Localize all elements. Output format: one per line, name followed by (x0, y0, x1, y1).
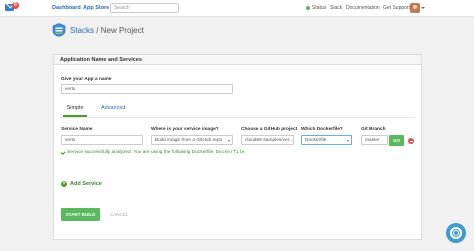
success-period: . (244, 150, 246, 155)
image-source-label: Where is your service image? (151, 127, 219, 132)
success-dockerfile-name: Dockerfile (215, 150, 245, 155)
status-dot-icon (306, 6, 310, 10)
app-name-label: Give your App a name (61, 77, 112, 82)
plus-icon[interactable]: + (61, 181, 67, 187)
start-build-button[interactable]: START BUILD (61, 208, 100, 221)
cancel-button[interactable]: CANCEL (110, 212, 128, 217)
mail-count-badge: 6 (12, 2, 19, 9)
tab-simple[interactable]: Simple (63, 104, 87, 117)
service-name-label: Service Name (61, 127, 93, 132)
tab-advanced[interactable]: Advanced (101, 104, 125, 111)
image-source-select[interactable]: Build image from a GitHub repo (151, 135, 233, 145)
breadcrumb-separator: / (96, 26, 99, 35)
chevron-down-icon[interactable] (421, 7, 425, 9)
dockerfile-label: Which Dockerfile? (301, 127, 343, 132)
remove-service-icon[interactable] (408, 138, 414, 144)
git-branch-label: Git Branch (361, 127, 386, 132)
documentation-link[interactable]: Documentation (346, 5, 380, 11)
app-name-input[interactable]: vertx (61, 84, 233, 94)
dockerfile-select[interactable]: Dockerfile (301, 135, 352, 145)
github-project-label: Choose a GitHub project (241, 127, 298, 132)
go-button[interactable]: GO (389, 135, 404, 146)
nav-app-store[interactable]: App Store (83, 5, 109, 11)
search-input[interactable]: Search (110, 3, 179, 13)
service-name-input[interactable]: vertx (61, 135, 143, 145)
nav-dashboard[interactable]: Dashboard (52, 5, 81, 11)
stacks-logo-icon (52, 23, 66, 37)
git-branch-input[interactable]: master (361, 135, 388, 145)
github-project-input[interactable]: cloud66-samples/ver... (241, 135, 294, 145)
tab-divider (60, 117, 415, 118)
top-navbar: 6 Dashboard App Store Search Status Slac… (0, 0, 474, 17)
status-link[interactable]: Status (312, 5, 326, 11)
add-service-button[interactable]: Add Service (70, 181, 102, 187)
page-title-text: New Project (100, 26, 144, 35)
avatar[interactable] (410, 3, 420, 13)
page-title: Stacks / New Project (70, 26, 144, 35)
breadcrumb-stacks[interactable]: Stacks (70, 26, 94, 35)
panel-heading: Application Name and Services (54, 55, 421, 65)
slack-link[interactable]: Slack (330, 5, 342, 11)
support-link[interactable]: Get Support (383, 5, 410, 11)
success-message: Service successfully analyzed. You are u… (67, 150, 246, 155)
help-lifebuoy-icon[interactable] (446, 223, 466, 243)
success-text: Service successfully analyzed. You are u… (67, 150, 215, 155)
